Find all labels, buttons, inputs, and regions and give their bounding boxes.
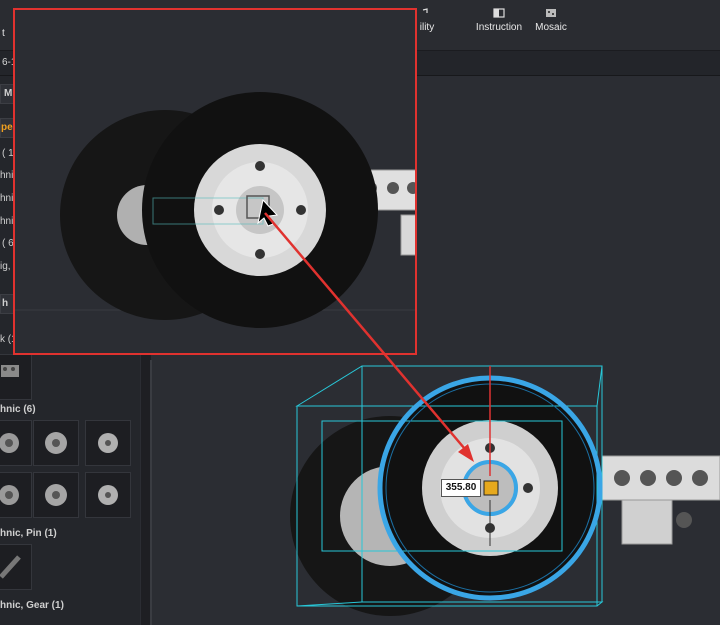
hub-part-icon [0,433,19,453]
rotation-angle-readout: 355.80 [441,479,481,497]
part-tile[interactable] [85,472,131,518]
stability-icon [422,8,428,13]
hub-part-icon [45,484,67,506]
zoomed-wheel-view [15,10,415,353]
instruction-label: Instruction [475,22,523,33]
sidebar-fragment-pe: pe [1,122,13,133]
sidebar-item-1[interactable]: ( 1 [2,148,14,159]
part-tile[interactable] [0,544,32,590]
sidebar-header-3[interactable]: h [0,294,14,314]
sidebar-item-5[interactable]: ( 6 [2,238,14,249]
part-tile[interactable] [0,420,32,466]
instruction-button[interactable]: Instruction [472,8,526,44]
technic-brick-part-icon [1,365,19,377]
hub-part-icon [98,433,118,453]
part-tile[interactable] [85,420,131,466]
technic-beam [601,455,720,545]
stability-label: ility [419,22,435,33]
sidebar-group-technic[interactable]: hnic (6) [0,404,36,415]
mosaic-button[interactable]: Mosaic [532,8,570,44]
sidebar-fragment-h: h [2,298,9,309]
toolbar-left-label[interactable]: t [2,28,5,39]
hub-part-icon [98,485,118,505]
part-tile[interactable] [0,354,32,400]
sidebar-group-technic-gear[interactable]: hnic, Gear (1) [0,600,64,611]
instruction-icon [493,8,505,18]
hub-part-icon [0,485,19,505]
mosaic-label: Mosaic [535,22,567,33]
hub-part-icon [45,432,67,454]
sidebar-fragment-m: M [4,88,13,99]
sidebar-group-technic-pin[interactable]: hnic, Pin (1) [0,528,57,539]
mosaic-icon [546,9,556,17]
part-tile[interactable] [33,472,79,518]
part-tile[interactable] [33,420,79,466]
sidebar-item-6[interactable]: ig, [0,261,11,272]
sidebar-header-1[interactable]: M [0,84,14,104]
sidebar-header-2[interactable]: pe [0,118,14,138]
pin-part-icon [0,555,21,579]
part-tile[interactable] [0,472,32,518]
zoom-inset-callout [13,8,417,355]
